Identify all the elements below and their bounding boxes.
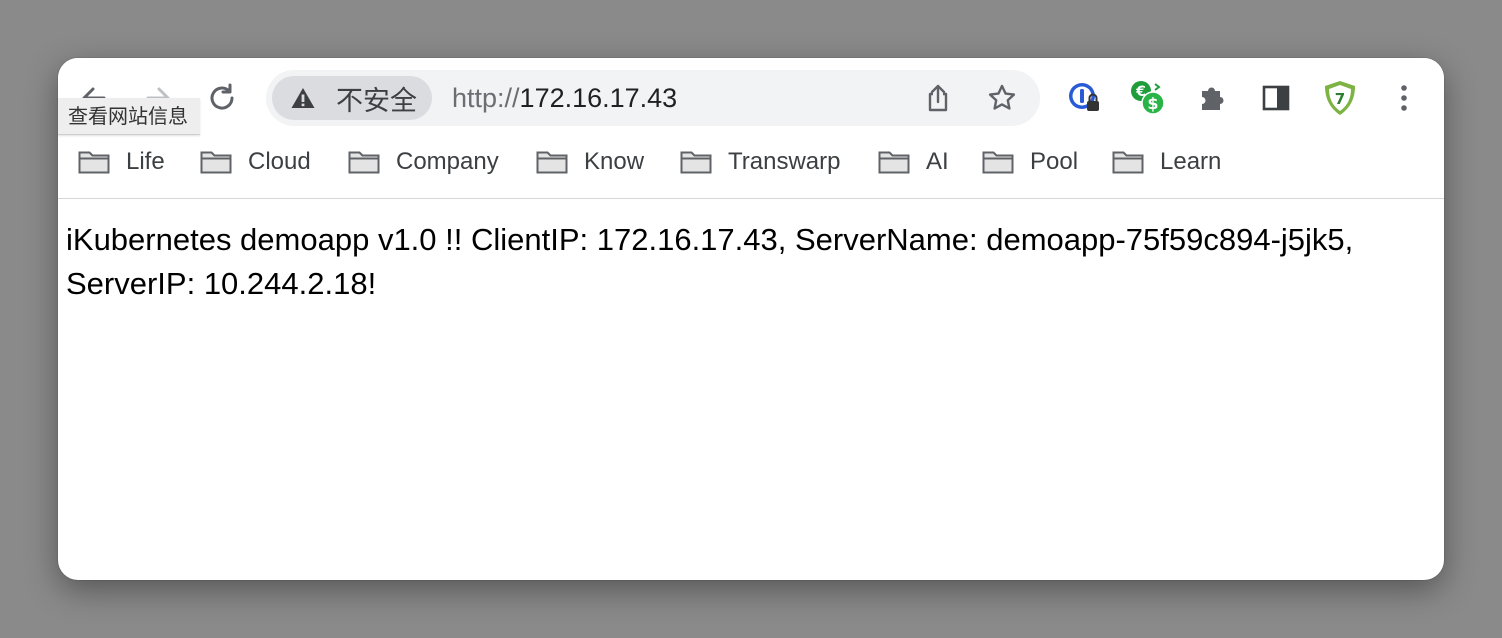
reload-button[interactable] (202, 78, 242, 118)
star-icon (988, 84, 1016, 110)
bookmark-label: Learn (1160, 148, 1222, 175)
svg-text:7: 7 (1335, 90, 1345, 108)
share-icon (928, 84, 948, 112)
side-panel-icon (1262, 85, 1290, 111)
bookmark-folder-transwarp[interactable]: Transwarp (680, 140, 840, 184)
folder-icon (536, 151, 568, 174)
bookmark-folder-company[interactable]: Company (348, 140, 499, 184)
folder-icon (200, 151, 232, 174)
security-label: 不安全 (336, 85, 417, 117)
extensions-button[interactable] (1192, 78, 1232, 118)
folder-icon (680, 151, 712, 174)
browser-window: 查看网站信息 不安全 http://172.16.17.43 € $ 7 Lif… (58, 58, 1444, 580)
folder-icon (982, 151, 1014, 174)
puzzle-icon (1202, 87, 1224, 110)
address-bar[interactable]: 不安全 http://172.16.17.43 (266, 70, 1040, 126)
browser-menu-button[interactable] (1384, 78, 1424, 118)
bookmark-folder-life[interactable]: Life (78, 140, 165, 184)
bookmark-label: Company (396, 148, 499, 175)
shield-extension-icon: 7 (1325, 81, 1355, 115)
site-info-chip[interactable]: 不安全 (272, 76, 432, 120)
bookmark-label: Pool (1030, 148, 1079, 175)
url-text[interactable]: http://172.16.17.43 (452, 70, 677, 126)
bookmark-label: Know (584, 148, 645, 175)
folder-icon (348, 151, 380, 174)
folder-icon (1112, 151, 1144, 174)
folder-icon (78, 151, 110, 174)
reload-icon (210, 83, 234, 110)
page-body-text: iKubernetes demoapp v1.0 !! ClientIP: 17… (66, 222, 1354, 301)
url-host: 172.16.17.43 (519, 83, 678, 113)
warning-icon (291, 88, 315, 108)
share-button[interactable] (920, 80, 956, 116)
bookmark-folder-pool[interactable]: Pool (982, 140, 1078, 184)
password-manager-extension-icon (1069, 83, 1099, 111)
bookmark-folder-ai[interactable]: AI (878, 140, 949, 184)
currency-converter-extension-icon: € $ (1131, 81, 1165, 115)
bookmark-label: Life (126, 148, 165, 175)
bookmark-folder-know[interactable]: Know (536, 140, 644, 184)
side-panel-button[interactable] (1256, 78, 1296, 118)
bookmark-label: AI (926, 148, 949, 175)
bookmark-folder-learn[interactable]: Learn (1112, 140, 1221, 184)
url-scheme: http:// (452, 83, 520, 113)
folder-icon (878, 151, 910, 174)
password-manager-extension[interactable] (1064, 78, 1104, 118)
bookmark-star-button[interactable] (984, 80, 1020, 116)
bookmark-label: Cloud (248, 148, 311, 175)
browser-toolbar: 查看网站信息 不安全 http://172.16.17.43 € $ 7 Lif… (58, 58, 1444, 199)
svg-text:$: $ (1147, 94, 1158, 113)
currency-converter-extension[interactable]: € $ (1128, 78, 1168, 118)
shield-extension[interactable]: 7 (1320, 78, 1360, 118)
bookmark-folder-cloud[interactable]: Cloud (200, 140, 311, 184)
kebab-menu-icon (1401, 85, 1407, 111)
bookmarks-bar: Life Cloud Company Know Transwarp AI Poo… (58, 140, 1444, 184)
site-info-tooltip: 查看网站信息 (58, 98, 200, 135)
bookmark-label: Transwarp (728, 148, 841, 175)
